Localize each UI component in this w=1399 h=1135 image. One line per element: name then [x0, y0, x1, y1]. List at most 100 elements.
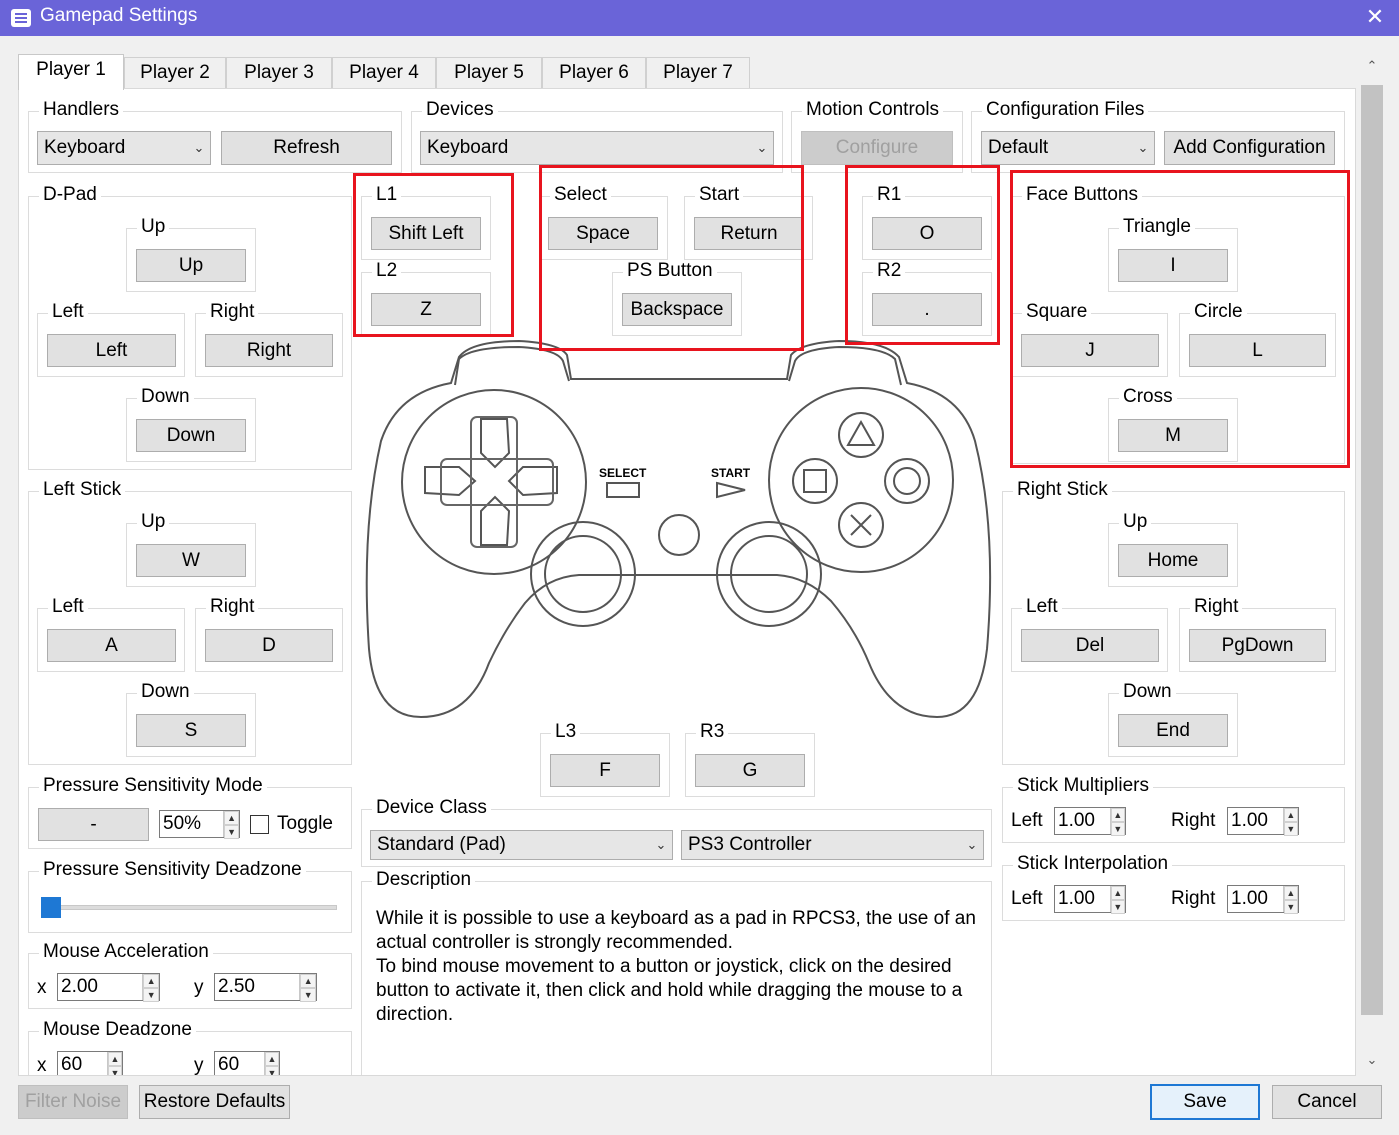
left-stick-down-label: Down	[137, 681, 194, 703]
r2-button[interactable]: .	[872, 293, 982, 326]
spin-down-icon[interactable]: ▼	[300, 988, 316, 1002]
filter-noise-button[interactable]: Filter Noise	[18, 1085, 128, 1119]
device-class-select[interactable]: Standard (Pad) ⌄	[370, 830, 673, 860]
spin-up-icon[interactable]: ▲	[264, 1052, 279, 1066]
close-icon[interactable]: ✕	[1358, 2, 1392, 34]
cancel-button[interactable]: Cancel	[1272, 1085, 1382, 1119]
tab-player-6[interactable]: Player 6	[542, 57, 646, 89]
chevron-down-icon: ⌄	[655, 837, 667, 852]
save-button[interactable]: Save	[1150, 1084, 1260, 1120]
right-stick-left-button[interactable]: Del	[1021, 629, 1159, 662]
spin-down-icon[interactable]: ▼	[1110, 900, 1125, 914]
right-stick-down-button[interactable]: End	[1118, 714, 1228, 747]
handler-select[interactable]: Keyboard ⌄	[37, 131, 211, 165]
stick-mult-right-spinbox[interactable]: ▲▼	[1227, 807, 1299, 836]
right-stick-right-button[interactable]: PgDown	[1189, 629, 1326, 662]
face-buttons-title: Face Buttons	[1022, 184, 1142, 206]
l1-button[interactable]: Shift Left	[371, 217, 481, 250]
stick-mult-left-input[interactable]	[1055, 808, 1110, 834]
circle-button[interactable]: L	[1189, 334, 1326, 367]
l2-button[interactable]: Z	[371, 293, 481, 326]
pressure-value-input[interactable]	[160, 811, 224, 837]
pressure-deadzone-slider-handle[interactable]	[41, 897, 61, 918]
square-icon	[803, 469, 827, 493]
spin-down-icon[interactable]: ▼	[264, 1066, 279, 1075]
left-stick-up-button[interactable]: W	[136, 544, 246, 577]
pressure-value-spinbox[interactable]: ▲▼	[159, 810, 240, 839]
toggle-checkbox[interactable]	[250, 815, 269, 834]
refresh-button[interactable]: Refresh	[221, 131, 392, 165]
device-type-select[interactable]: PS3 Controller ⌄	[681, 830, 984, 860]
spin-down-icon[interactable]: ▼	[224, 825, 239, 839]
mouse-deadzone-y-input[interactable]	[215, 1052, 264, 1075]
spin-up-icon[interactable]: ▲	[143, 974, 159, 988]
scroll-down-icon[interactable]: ⌄	[1359, 1052, 1385, 1074]
dpad-up-button[interactable]: Up	[136, 249, 246, 282]
spin-down-icon[interactable]: ▼	[107, 1066, 122, 1075]
dpad-right-label: Right	[206, 301, 259, 323]
r1-label: R1	[873, 184, 906, 206]
mouse-accel-x-spinbox[interactable]: ▲▼	[57, 973, 160, 1002]
stick-interp-right-input[interactable]	[1228, 886, 1283, 912]
r1-button[interactable]: O	[872, 217, 982, 250]
motion-controls-title: Motion Controls	[802, 99, 944, 121]
scroll-up-icon[interactable]: ⌃	[1359, 58, 1385, 80]
spin-down-icon[interactable]: ▼	[1110, 822, 1125, 836]
left-stick-left-button[interactable]: A	[47, 629, 176, 662]
spin-up-icon[interactable]: ▲	[1110, 886, 1125, 900]
mouse-accel-x-input[interactable]	[58, 974, 143, 1000]
mouse-accel-y-input[interactable]	[215, 974, 300, 1000]
spin-up-icon[interactable]: ▲	[300, 974, 316, 988]
tab-player-3[interactable]: Player 3	[226, 57, 332, 89]
add-configuration-button[interactable]: Add Configuration	[1164, 131, 1335, 165]
stick-interp-left-spinbox[interactable]: ▲▼	[1054, 885, 1126, 914]
square-button[interactable]: J	[1021, 334, 1159, 367]
dpad-right-button[interactable]: Right	[205, 334, 333, 367]
mouse-deadzone-x-spinbox[interactable]: ▲▼	[57, 1051, 123, 1075]
right-stick-up-button[interactable]: Home	[1118, 544, 1228, 577]
select-button[interactable]: Space	[548, 217, 658, 250]
pressure-mode-button[interactable]: -	[38, 808, 149, 841]
cross-button[interactable]: M	[1118, 419, 1228, 452]
mouse-accel-y-spinbox[interactable]: ▲▼	[214, 973, 317, 1002]
configure-motion-button[interactable]: Configure	[801, 131, 953, 165]
mouse-deadzone-y-spinbox[interactable]: ▲▼	[214, 1051, 280, 1075]
start-button[interactable]: Return	[694, 217, 804, 250]
l1-label: L1	[372, 184, 402, 206]
triangle-button[interactable]: I	[1118, 249, 1228, 282]
spin-up-icon[interactable]: ▲	[1110, 808, 1125, 822]
vertical-scrollbar[interactable]: ⌃ ⌄	[1359, 58, 1385, 1074]
scroll-thumb[interactable]	[1361, 85, 1383, 1015]
spin-up-icon[interactable]: ▲	[1283, 886, 1298, 900]
stick-interp-right-spinbox[interactable]: ▲▼	[1227, 885, 1299, 914]
l3-button[interactable]: F	[550, 754, 660, 787]
device-select[interactable]: Keyboard ⌄	[420, 131, 774, 165]
stick-mult-left-spinbox[interactable]: ▲▼	[1054, 807, 1126, 836]
spin-up-icon[interactable]: ▲	[224, 811, 239, 825]
dpad-left-button[interactable]: Left	[47, 334, 176, 367]
restore-defaults-button[interactable]: Restore Defaults	[139, 1085, 290, 1119]
mouse-deadzone-x-input[interactable]	[58, 1052, 107, 1075]
dpad-title: D-Pad	[39, 184, 101, 206]
spin-up-icon[interactable]: ▲	[107, 1052, 122, 1066]
spin-down-icon[interactable]: ▼	[143, 988, 159, 1002]
ps-button[interactable]: Backspace	[622, 293, 732, 326]
tab-player-1[interactable]: Player 1	[18, 54, 124, 90]
stick-interp-left-input[interactable]	[1055, 886, 1110, 912]
tab-player-5[interactable]: Player 5	[436, 57, 542, 89]
spin-down-icon[interactable]: ▼	[1283, 822, 1298, 836]
tab-player-7[interactable]: Player 7	[646, 57, 750, 89]
configuration-select[interactable]: Default ⌄	[981, 131, 1155, 165]
spin-down-icon[interactable]: ▼	[1283, 900, 1298, 914]
spin-buttons: ▲ ▼	[1282, 808, 1298, 836]
stick-mult-right-input[interactable]	[1228, 808, 1283, 834]
r2-label: R2	[873, 260, 906, 282]
tab-player-2[interactable]: Player 2	[124, 57, 226, 89]
left-stick-right-button[interactable]: D	[205, 629, 333, 662]
left-stick-down-button[interactable]: S	[136, 714, 246, 747]
spin-up-icon[interactable]: ▲	[1283, 808, 1298, 822]
tab-player-4[interactable]: Player 4	[332, 57, 436, 89]
dpad-down-button[interactable]: Down	[136, 419, 246, 452]
ps-button-label: PS Button	[623, 260, 717, 282]
r3-button[interactable]: G	[695, 754, 805, 787]
